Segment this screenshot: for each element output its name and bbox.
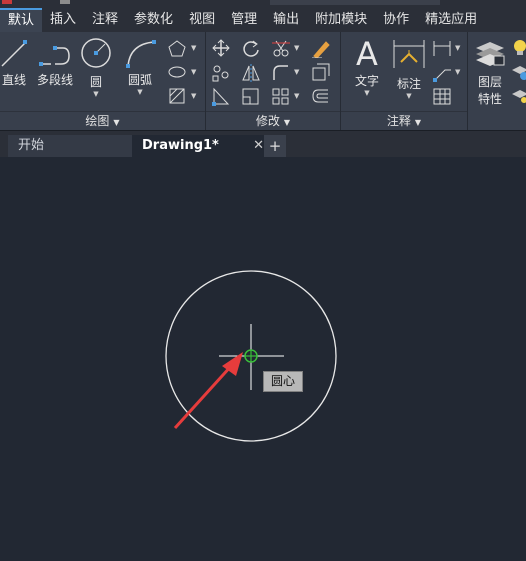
- drawing-canvas[interactable]: [0, 157, 526, 561]
- layer-state-icon[interactable]: [510, 62, 526, 82]
- move-icon[interactable]: [210, 38, 232, 58]
- tab-start[interactable]: 开始: [8, 135, 138, 157]
- chevron-down-icon: ▼: [113, 118, 120, 127]
- linear-dimension-icon[interactable]: [431, 38, 453, 58]
- dimension-tool[interactable]: 标注 ▼: [389, 36, 429, 100]
- tab-output[interactable]: 输出: [265, 8, 307, 32]
- annotation-panel-title[interactable]: 注释 ▼: [341, 111, 467, 130]
- close-icon[interactable]: ✕: [253, 135, 264, 157]
- layer-properties-tool[interactable]: 图层 特性: [470, 38, 510, 107]
- dimension-label: 标注: [396, 77, 421, 91]
- tab-manage[interactable]: 管理: [223, 8, 265, 32]
- center-snap-tooltip: 圆心: [263, 371, 303, 392]
- tab-drawing1[interactable]: Drawing1* ✕: [132, 135, 272, 157]
- chevron-down-icon[interactable]: ▼: [191, 44, 196, 52]
- chevron-down-icon[interactable]: ▼: [455, 68, 460, 76]
- title-bar-strip: [0, 0, 526, 8]
- modify-panel-label: 修改: [255, 114, 280, 128]
- quick-access-icon[interactable]: [60, 0, 70, 4]
- dimension-icon: [393, 40, 425, 68]
- erase-icon[interactable]: [310, 38, 332, 58]
- rotate-icon[interactable]: [240, 38, 262, 58]
- tab-drawing1-label: Drawing1*: [142, 138, 219, 153]
- red-arrow-annotation: [173, 352, 243, 430]
- polyline-tool[interactable]: 多段线: [33, 38, 77, 88]
- text-icon: A: [356, 35, 378, 73]
- arc-icon: [126, 40, 156, 68]
- line-icon: [1, 40, 27, 67]
- chevron-down-icon[interactable]: ▼: [294, 68, 299, 76]
- polyline-icon: [39, 46, 70, 66]
- circle-tool[interactable]: 圆 ▼: [79, 36, 113, 98]
- tab-collaborate[interactable]: 协作: [375, 8, 417, 32]
- tab-annotate[interactable]: 注释: [84, 8, 126, 32]
- chevron-down-icon[interactable]: ▼: [79, 90, 113, 98]
- arc-label: 圆弧: [127, 73, 152, 87]
- chevron-down-icon[interactable]: ▼: [120, 88, 160, 96]
- modify-panel-title[interactable]: 修改 ▼: [206, 111, 340, 130]
- scale-icon[interactable]: [240, 86, 262, 106]
- hatch-icon[interactable]: [166, 86, 188, 106]
- table-icon[interactable]: [431, 86, 453, 106]
- search-box[interactable]: [270, 0, 440, 5]
- modify-panel: ▼ ▼ ▼ 修改 ▼: [206, 32, 341, 130]
- layers-panel: 图层 特性: [468, 32, 526, 130]
- tab-addins[interactable]: 附加模块: [307, 8, 375, 32]
- app-menu-icon[interactable]: [2, 0, 12, 4]
- ellipse-icon[interactable]: [166, 62, 188, 82]
- tab-default[interactable]: 默认: [0, 8, 43, 32]
- trim-icon[interactable]: [270, 38, 292, 58]
- line-label: 直线: [1, 73, 26, 87]
- mirror-icon[interactable]: [240, 62, 262, 82]
- draw-panel-title[interactable]: 绘图 ▼: [0, 111, 205, 130]
- chevron-down-icon[interactable]: ▼: [455, 44, 460, 52]
- chevron-down-icon[interactable]: ▼: [389, 92, 429, 100]
- circle-label: 圆: [89, 75, 102, 89]
- tab-start-label: 开始: [18, 138, 45, 153]
- annotation-panel: A 文字 ▼ 标注 ▼ ▼ ▼ 注释 ▼: [341, 32, 468, 130]
- chevron-down-icon[interactable]: ▼: [294, 44, 299, 52]
- explode-icon[interactable]: [310, 62, 332, 82]
- text-label: 文字: [354, 74, 379, 88]
- stretch-icon[interactable]: [210, 86, 232, 106]
- layer-label: 图层: [477, 75, 502, 89]
- chevron-down-icon[interactable]: ▼: [347, 89, 387, 97]
- polygon-icon[interactable]: [166, 38, 188, 58]
- tab-view[interactable]: 视图: [181, 8, 223, 32]
- add-tab-button[interactable]: +: [264, 135, 286, 157]
- tab-parametric[interactable]: 参数化: [126, 8, 181, 32]
- copy-icon[interactable]: [210, 62, 232, 82]
- chevron-down-icon: ▼: [283, 118, 291, 127]
- chevron-down-icon[interactable]: ▼: [191, 68, 196, 76]
- center-snap-marker: [244, 349, 258, 363]
- polyline-label: 多段线: [36, 73, 73, 87]
- tab-insert[interactable]: 插入: [42, 8, 84, 32]
- chevron-down-icon: ▼: [414, 118, 422, 127]
- tab-featured-apps[interactable]: 精选应用: [417, 8, 485, 32]
- annotation-panel-label: 注释: [386, 114, 411, 128]
- chevron-down-icon[interactable]: ▼: [294, 92, 299, 100]
- light-bulb-icon[interactable]: [510, 38, 526, 58]
- leader-icon[interactable]: [431, 62, 453, 82]
- draw-panel: 直线 多段线 圆 ▼ 圆弧 ▼ ▼ ▼ ▼ 绘图 ▼: [0, 32, 206, 130]
- draw-panel-label: 绘图: [85, 114, 110, 128]
- properties-label: 特性: [477, 92, 502, 106]
- circle-icon: [81, 38, 111, 68]
- offset-icon[interactable]: [310, 86, 332, 106]
- array-icon[interactable]: [270, 86, 292, 106]
- arc-tool[interactable]: 圆弧 ▼: [120, 38, 160, 96]
- layers-icon: [476, 42, 505, 66]
- chevron-down-icon[interactable]: ▼: [191, 92, 196, 100]
- line-tool[interactable]: 直线: [0, 38, 28, 88]
- ribbon: 直线 多段线 圆 ▼ 圆弧 ▼ ▼ ▼ ▼ 绘图 ▼ ▼ ▼ ▼ 修改 ▼ A …: [0, 32, 526, 131]
- layer-match-icon[interactable]: [510, 86, 526, 106]
- file-tabs: 开始 Drawing1* ✕ +: [0, 131, 526, 157]
- text-tool[interactable]: A 文字 ▼: [347, 36, 387, 97]
- ribbon-tabs: 默认 插入 注释 参数化 视图 管理 输出 附加模块 协作 精选应用: [0, 8, 526, 32]
- fillet-icon[interactable]: [270, 62, 292, 82]
